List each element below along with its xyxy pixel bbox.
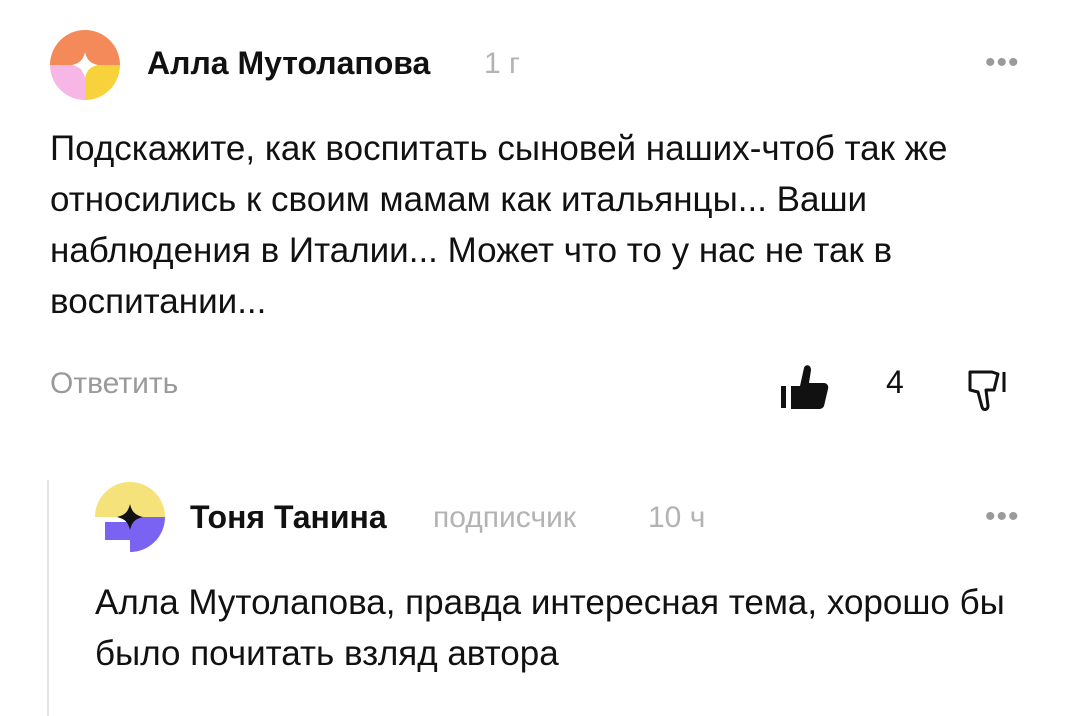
dislike-button[interactable] [964,362,1016,414]
more-button[interactable]: ••• [985,46,1020,80]
author-name[interactable]: Алла Мутолапова [147,45,430,82]
reply-text: Алла Мутолапова, правда интересная тема,… [95,583,1005,673]
like-button[interactable] [778,360,830,412]
reply-button[interactable]: Ответить [50,367,178,401]
likes-count: 4 [886,364,904,400]
comment-time: 1 г [484,47,520,80]
reply-more-button[interactable]: ••• [985,500,1020,534]
thumbs-down-icon [968,370,1006,411]
avatar-icon [95,482,165,552]
comment: Алла Мутолапова 1 г ••• Подскажите, как … [0,0,1080,440]
reply-author-name[interactable]: Тоня Танина [190,499,387,536]
reply-author-badge: подписчик [433,501,576,534]
author-avatar[interactable] [50,30,120,100]
avatar-icon [50,30,120,100]
reply-time: 10 ч [648,501,706,534]
comment-text: Подскажите, как воспитать сыновей наших-… [50,129,948,321]
reply-comment: Тоня Танина подписчик 10 ч ••• Алла Муто… [0,470,1080,716]
reply-author-avatar[interactable] [95,482,165,552]
thumbs-up-icon [781,365,829,409]
